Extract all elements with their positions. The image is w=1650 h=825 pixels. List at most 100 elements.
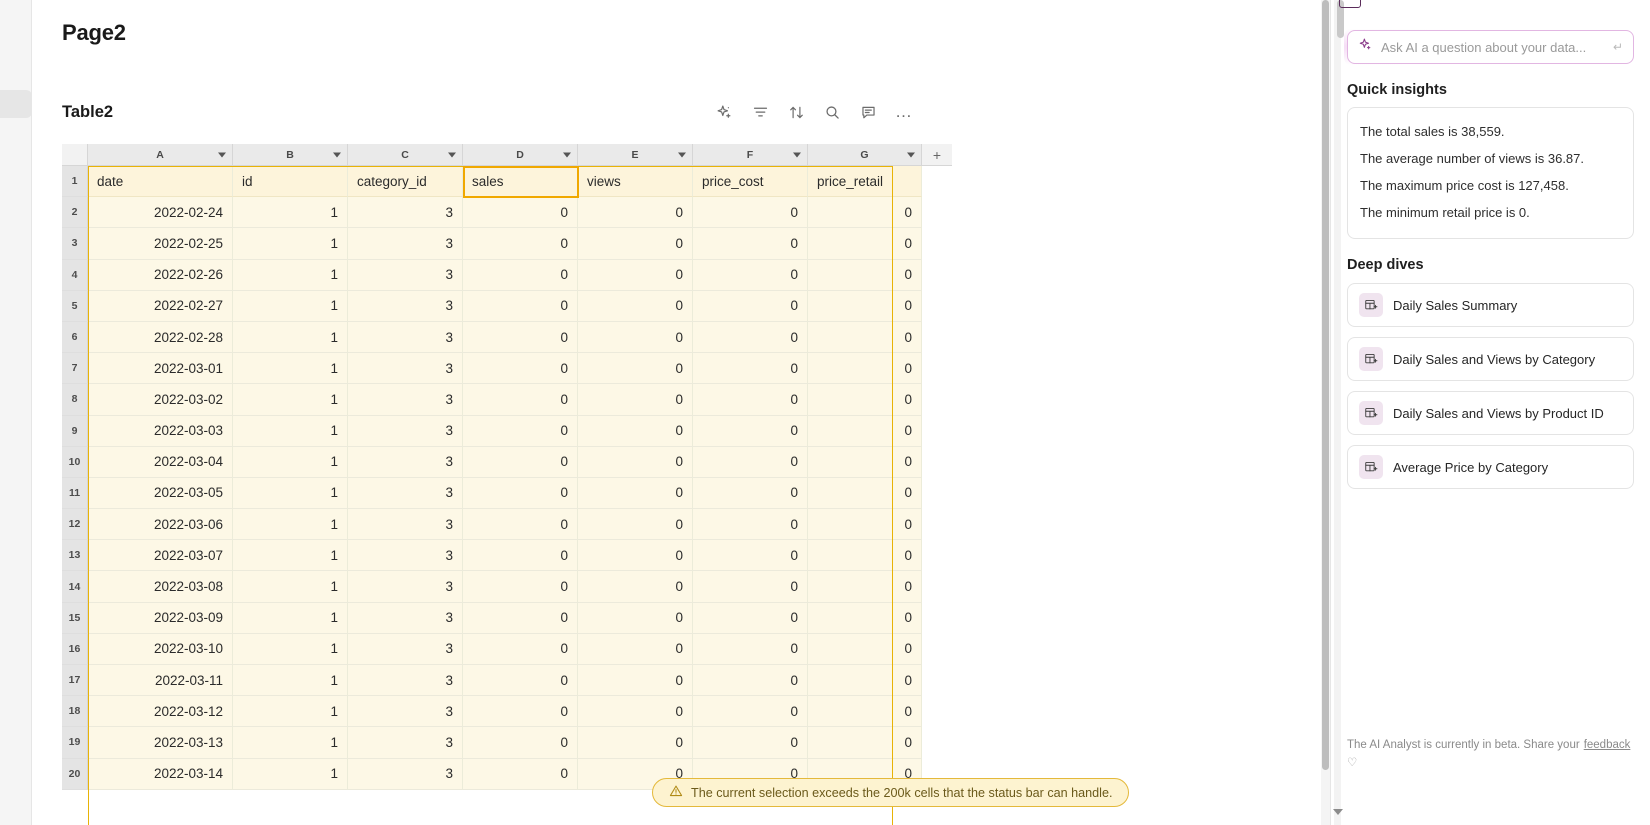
chevron-down-icon[interactable] <box>448 152 456 157</box>
chevron-down-icon[interactable] <box>218 152 226 157</box>
grid-cell[interactable]: price_cost <box>693 166 808 197</box>
grid-cell[interactable]: 0 <box>693 260 808 291</box>
grid-cell[interactable]: 0 <box>693 727 808 758</box>
grid-cell[interactable]: 0 <box>463 478 578 509</box>
grid-cell[interactable]: 1 <box>233 322 348 353</box>
grid-cell[interactable]: 2022-03-01 <box>88 353 233 384</box>
grid-cell[interactable]: 0 <box>463 759 578 790</box>
grid-cell[interactable]: 0 <box>463 665 578 696</box>
grid-cell[interactable]: 0 <box>463 197 578 228</box>
chevron-down-icon[interactable] <box>678 152 686 157</box>
grid-cell[interactable]: 3 <box>348 696 463 727</box>
grid-cell[interactable]: 3 <box>348 571 463 602</box>
row-number[interactable]: 6 <box>62 322 88 353</box>
grid-cell[interactable]: 3 <box>348 197 463 228</box>
grid-cell[interactable]: 0 <box>693 603 808 634</box>
panel-tab-indicator[interactable] <box>1339 0 1361 8</box>
grid-cell[interactable]: 3 <box>348 384 463 415</box>
table-row[interactable]: 172022-03-11130000 <box>62 665 952 696</box>
column-header-g[interactable]: G <box>808 144 922 166</box>
grid-cell[interactable]: 1 <box>233 540 348 571</box>
grid-cell[interactable]: 3 <box>348 353 463 384</box>
grid-cell[interactable]: 0 <box>808 384 922 415</box>
row-number[interactable]: 13 <box>62 540 88 571</box>
grid-cell[interactable]: 1 <box>233 291 348 322</box>
deep-dive-item[interactable]: Daily Sales Summary <box>1347 283 1634 327</box>
grid-cell[interactable]: 0 <box>463 353 578 384</box>
rail-placeholder-block[interactable] <box>0 90 32 118</box>
grid-cell[interactable]: 0 <box>578 509 693 540</box>
row-number[interactable]: 20 <box>62 759 88 790</box>
grid-cell[interactable]: 0 <box>808 447 922 478</box>
grid-cell[interactable]: 0 <box>578 603 693 634</box>
main-scrollbar-track[interactable] <box>1321 0 1330 825</box>
main-scrollbar-thumb[interactable] <box>1322 0 1329 770</box>
grid-cell[interactable]: 0 <box>693 353 808 384</box>
grid-cell[interactable]: 0 <box>808 322 922 353</box>
row-number[interactable]: 4 <box>62 260 88 291</box>
grid-cell[interactable]: 3 <box>348 291 463 322</box>
column-header-f[interactable]: F <box>693 144 808 166</box>
grid-cell[interactable]: 0 <box>693 478 808 509</box>
grid-cell[interactable]: 0 <box>463 696 578 727</box>
grid-cell[interactable]: 0 <box>463 384 578 415</box>
grid-cell[interactable]: 3 <box>348 759 463 790</box>
ask-ai-input[interactable]: Ask AI a question about your data... ↵ <box>1347 30 1634 64</box>
more-options-icon[interactable]: … <box>894 102 914 122</box>
row-number[interactable]: 16 <box>62 634 88 665</box>
table-row[interactable]: 22022-02-24130000 <box>62 197 952 228</box>
chevron-down-icon[interactable] <box>563 152 571 157</box>
grid-cell[interactable]: 0 <box>578 353 693 384</box>
deep-dive-item[interactable]: Daily Sales and Views by Category <box>1347 337 1634 381</box>
table-row[interactable]: 142022-03-08130000 <box>62 571 952 602</box>
ai-sparkle-icon[interactable] <box>714 102 734 122</box>
grid-cell[interactable]: 2022-03-03 <box>88 416 233 447</box>
grid-cell[interactable]: 0 <box>693 197 808 228</box>
grid-cell[interactable]: 0 <box>463 447 578 478</box>
grid-cell[interactable]: 0 <box>693 540 808 571</box>
table-row[interactable]: 132022-03-07130000 <box>62 540 952 571</box>
grid-cell[interactable]: 1 <box>233 509 348 540</box>
grid-cell[interactable]: 0 <box>463 634 578 665</box>
table-row[interactable]: 122022-03-06130000 <box>62 509 952 540</box>
grid-cell[interactable]: 0 <box>808 509 922 540</box>
grid-cell[interactable]: 3 <box>348 447 463 478</box>
grid-cell[interactable]: 0 <box>578 291 693 322</box>
grid-cell[interactable]: price_retail <box>808 166 922 197</box>
grid-cell[interactable]: 0 <box>463 260 578 291</box>
grid-cell[interactable]: 0 <box>693 291 808 322</box>
grid-cell[interactable]: 0 <box>808 540 922 571</box>
grid-cell[interactable]: 0 <box>808 727 922 758</box>
grid-cell[interactable]: 0 <box>463 727 578 758</box>
column-header-e[interactable]: E <box>578 144 693 166</box>
grid-cell[interactable]: 0 <box>693 416 808 447</box>
grid-cell[interactable]: 1 <box>233 634 348 665</box>
grid-cell[interactable]: 0 <box>693 665 808 696</box>
column-header-c[interactable]: C <box>348 144 463 166</box>
table-row[interactable]: 102022-03-04130000 <box>62 447 952 478</box>
table-row[interactable]: 182022-03-12130000 <box>62 696 952 727</box>
grid-cell[interactable]: 0 <box>463 571 578 602</box>
grid-cell[interactable]: 2022-03-02 <box>88 384 233 415</box>
grid-cell[interactable]: 2022-03-04 <box>88 447 233 478</box>
grid-cell[interactable]: views <box>578 166 693 197</box>
table-row[interactable]: 112022-03-05130000 <box>62 478 952 509</box>
grid-cell[interactable]: 0 <box>578 634 693 665</box>
table-row[interactable]: 162022-03-10130000 <box>62 634 952 665</box>
row-number[interactable]: 19 <box>62 727 88 758</box>
row-number[interactable]: 2 <box>62 197 88 228</box>
grid-cell[interactable]: 0 <box>808 478 922 509</box>
grid-cell[interactable]: 0 <box>808 353 922 384</box>
grid-cell[interactable]: 0 <box>463 322 578 353</box>
grid-cell[interactable]: 0 <box>808 291 922 322</box>
grid-cell[interactable]: 0 <box>578 571 693 602</box>
grid-cell[interactable]: 0 <box>578 447 693 478</box>
grid-cell[interactable]: 0 <box>578 540 693 571</box>
grid-cell[interactable]: 0 <box>808 571 922 602</box>
grid-cell[interactable]: 1 <box>233 665 348 696</box>
grid-cell[interactable]: 2022-03-11 <box>88 665 233 696</box>
panel-scrollbar-track[interactable] <box>1334 0 1341 825</box>
column-header-b[interactable]: B <box>233 144 348 166</box>
grid-cell[interactable]: 1 <box>233 478 348 509</box>
grid-cell[interactable]: 2022-02-27 <box>88 291 233 322</box>
